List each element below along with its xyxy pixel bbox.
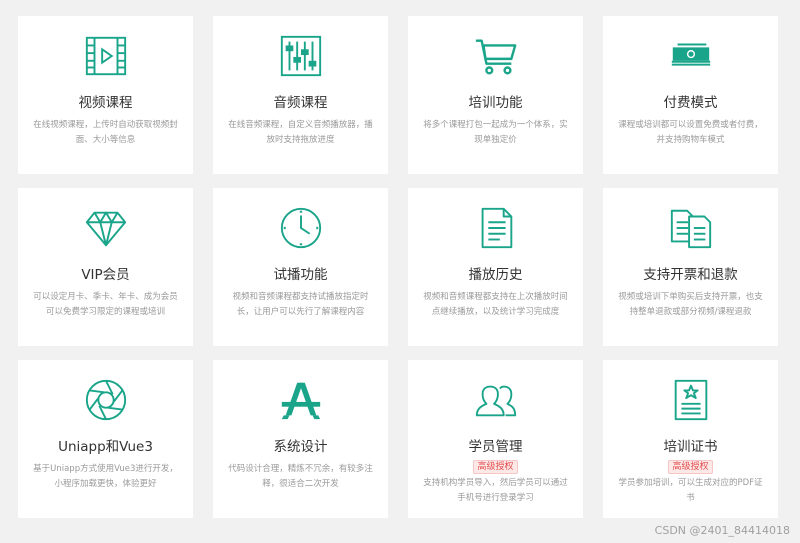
document-icon [472,204,520,252]
feature-card-system-design[interactable]: 系统设计 代码设计合理，精炼不冗余，有较多注释，很适合二次开发 [213,360,388,518]
premium-license-badge: 高级授权 [473,460,518,474]
feature-description: 代码设计合理，精炼不冗余，有较多注释，很适合二次开发 [228,464,373,489]
feature-card-play-history[interactable]: 播放历史 视频和音频课程都支持在上次播放时间点继续播放，以及统计学习完成度 [408,188,583,346]
clock-icon [277,204,325,252]
feature-title: 视频课程 [78,95,133,111]
feature-title: Uniapp和Vue3 [58,439,153,455]
watermark: CSDN @2401_84414018 [654,524,790,537]
feature-card-payment-mode[interactable]: 付费模式 课程或培训都可以设置免费或者付费，并支持购物车模式 [603,16,778,174]
feature-title: 培训功能 [468,95,523,111]
feature-title: 支持开票和退款 [643,267,738,283]
feature-description: 视频和音频课程都支持试播放指定时长，让用户可以先行了解课程内容 [232,292,369,317]
feature-description: 视频或培训下单购买后支持开票，也支持整单退款或部分视频/课程退款 [618,292,763,317]
feature-description: 基于Uniapp方式使用Vue3进行开发，小程序加载更快，体验更好 [33,464,178,489]
premium-license-badge: 高级授权 [668,460,713,474]
copy-documents-icon [667,204,715,252]
feature-card-training-certificate[interactable]: 培训证书 高级授权 学员参加培训，可以生成对应的PDF证书 [603,360,778,518]
feature-description: 学员参加培训，可以生成对应的PDF证书 [618,478,763,503]
feature-description: 支持机构学员导入，然后学员可以通过手机号进行登录学习 [423,478,568,503]
certificate-icon [667,376,715,424]
feature-description: 视频和音频课程都支持在上次播放时间点继续播放，以及统计学习完成度 [423,292,568,317]
diamond-icon [82,204,130,252]
feature-description: 在线视频课程，上传时自动获取视频封面、大小等信息 [33,120,178,145]
feature-grid: 视频课程 在线视频课程，上传时自动获取视频封面、大小等信息 音频课程 在线音频课… [18,16,778,518]
money-stack-icon [667,32,715,80]
equalizer-icon [277,32,325,80]
users-icon [472,376,520,424]
feature-card-student-management[interactable]: 学员管理 高级授权 支持机构学员导入，然后学员可以通过手机号进行登录学习 [408,360,583,518]
feature-description: 课程或培训都可以设置免费或者付费，并支持购物车模式 [618,120,763,145]
feature-title: 播放历史 [468,267,523,283]
feature-card-trial-play[interactable]: 试播功能 视频和音频课程都支持试播放指定时长，让用户可以先行了解课程内容 [213,188,388,346]
feature-description: 可以设定月卡、季卡、年卡、成为会员可以免费学习限定的课程或培训 [33,292,178,317]
feature-title: 试播功能 [273,267,328,283]
video-film-icon [82,32,130,80]
feature-card-uniapp-vue3[interactable]: Uniapp和Vue3 基于Uniapp方式使用Vue3进行开发，小程序加载更快… [18,360,193,518]
aperture-icon [82,376,130,424]
feature-title: 系统设计 [273,439,328,455]
feature-description: 在线音频课程，自定义音频播放器，播放时支持拖放进度 [228,120,373,145]
feature-title: 培训证书 [663,439,718,455]
feature-title: VIP会员 [81,267,130,283]
feature-card-invoice-refund[interactable]: 支持开票和退款 视频或培训下单购买后支持开票，也支持整单退款或部分视频/课程退款 [603,188,778,346]
feature-description: 将多个课程打包一起成为一个体系，实现单独定价 [423,120,568,145]
app-store-icon [277,376,325,424]
feature-card-training[interactable]: 培训功能 将多个课程打包一起成为一个体系，实现单独定价 [408,16,583,174]
shopping-cart-icon [472,32,520,80]
feature-card-audio-course[interactable]: 音频课程 在线音频课程，自定义音频播放器，播放时支持拖放进度 [213,16,388,174]
feature-title: 付费模式 [663,95,718,111]
feature-card-vip-member[interactable]: VIP会员 可以设定月卡、季卡、年卡、成为会员可以免费学习限定的课程或培训 [18,188,193,346]
feature-title: 学员管理 [468,439,523,455]
feature-title: 音频课程 [273,95,328,111]
feature-card-video-course[interactable]: 视频课程 在线视频课程，上传时自动获取视频封面、大小等信息 [18,16,193,174]
